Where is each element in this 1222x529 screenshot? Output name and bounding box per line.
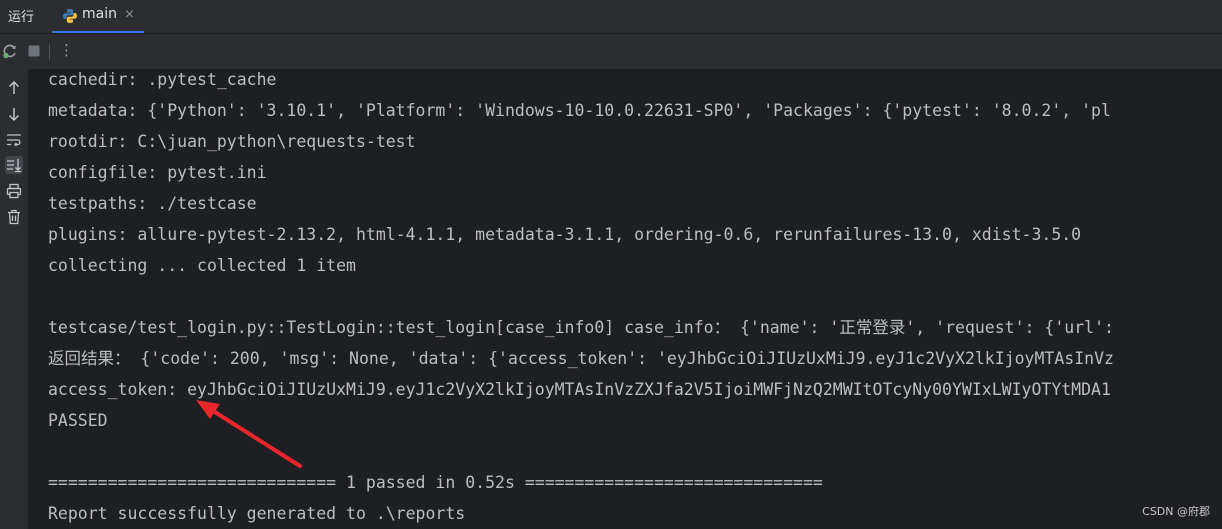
annotation-arrow — [196, 400, 302, 468]
watermark: CSDN @府郡 — [1142, 505, 1210, 518]
